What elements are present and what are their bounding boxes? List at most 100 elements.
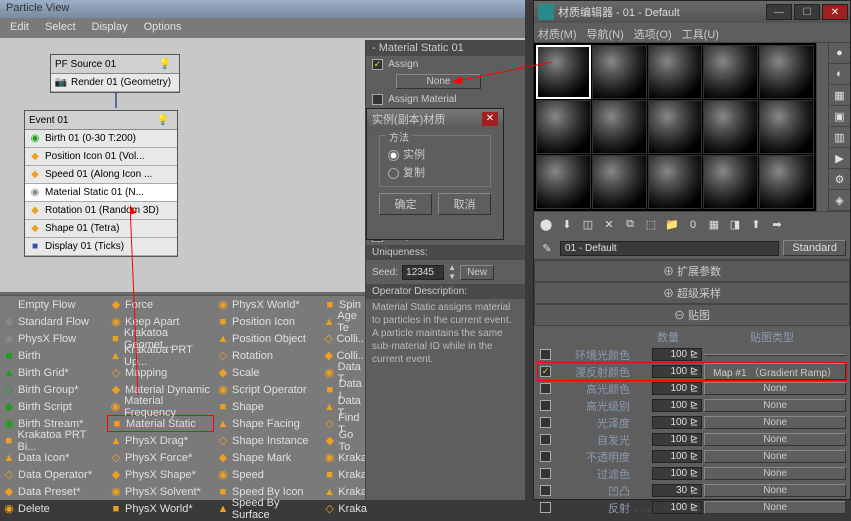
uv-tile-icon[interactable]: ▣ — [829, 106, 850, 127]
map-slot-button[interactable] — [704, 354, 846, 356]
rollout-supersample[interactable]: ⊕ 超级采样 — [534, 282, 850, 304]
copy-icon[interactable]: ⧉ — [621, 216, 639, 234]
render-op[interactable]: Render 01 (Geometry) — [71, 77, 171, 88]
depot-item[interactable]: ◇PhysX Force* — [107, 449, 214, 466]
op-birth[interactable]: Birth 01 (0-30 T:200) — [45, 133, 136, 144]
depot-item[interactable]: ◆Shape Mark — [214, 449, 321, 466]
sample-slot[interactable] — [703, 100, 758, 154]
depot-item[interactable]: ◉Speed — [214, 466, 321, 483]
sample-slot[interactable] — [759, 155, 814, 209]
make-unique-icon[interactable]: ⬚ — [642, 216, 660, 234]
depot-item[interactable]: ◉PhysX Flow — [0, 330, 107, 347]
op-speed[interactable]: Speed 01 (Along Icon ... — [45, 169, 152, 180]
map-slot-button[interactable]: None — [704, 382, 846, 395]
map-slot-button[interactable]: None — [704, 450, 846, 463]
assign-checkbox[interactable] — [372, 59, 383, 70]
map-slot-button[interactable]: None — [704, 399, 846, 412]
depot-item[interactable]: ■Shape — [214, 398, 321, 415]
depot-item[interactable]: ◇Kraka — [321, 500, 369, 517]
sample-slot[interactable] — [648, 155, 703, 209]
map-checkbox[interactable] — [540, 366, 551, 377]
depot-item[interactable]: ■Position Icon — [214, 313, 321, 330]
options-icon[interactable]: ⚙ — [829, 169, 850, 190]
put-material-icon[interactable]: ⬇ — [558, 216, 576, 234]
assign-material-button[interactable]: None — [396, 74, 481, 89]
map-amount-input[interactable]: 100 ⊵ — [652, 433, 702, 446]
depot-item[interactable]: ◉Kraka — [321, 449, 369, 466]
video-check-icon[interactable]: ▥ — [829, 127, 850, 148]
sample-slot[interactable] — [759, 45, 814, 99]
pf-source-node[interactable]: PF Source 01 💡 📷 Render 01 (Geometry) — [50, 54, 180, 93]
depot-item[interactable]: ◆Birth Script — [0, 398, 107, 415]
map-checkbox[interactable] — [540, 468, 551, 479]
backlight-icon[interactable]: ◐ — [829, 64, 850, 85]
map-slot-button[interactable]: None — [704, 433, 846, 446]
depot-item[interactable]: ◉Script Operator — [214, 381, 321, 398]
depot-item[interactable]: ◆Go To — [321, 432, 369, 449]
depot-item[interactable]: ■PhysX World* — [107, 500, 214, 517]
sample-slot[interactable] — [536, 155, 591, 209]
sample-slot[interactable] — [592, 45, 647, 99]
map-amount-input[interactable]: 100 ⊵ — [652, 416, 702, 429]
map-slot-button[interactable]: None — [704, 501, 846, 514]
map-slot-button[interactable]: None — [704, 416, 846, 429]
depot-item[interactable]: ◆PhysX Shape* — [107, 466, 214, 483]
depot-item[interactable]: ◆Force — [107, 296, 214, 313]
seed-spinner[interactable]: ▲▼ — [448, 263, 456, 281]
map-amount-input[interactable]: 100 ⊵ — [652, 365, 702, 378]
preview-icon[interactable]: ▶ — [829, 148, 850, 169]
assign-to-sel-icon[interactable]: ◫ — [579, 216, 597, 234]
sample-slot[interactable] — [536, 45, 591, 99]
map-amount-input[interactable]: 100 ⊵ — [652, 382, 702, 395]
map-amount-input[interactable]: 100 ⊵ — [652, 399, 702, 412]
mat-id-icon[interactable]: 0 — [684, 216, 702, 234]
close-button[interactable]: ✕ — [822, 4, 848, 20]
show-end-icon[interactable]: ◨ — [726, 216, 744, 234]
menu-options[interactable]: Options — [138, 21, 188, 35]
map-checkbox[interactable] — [540, 349, 551, 360]
depot-item[interactable]: ◆Standard Flow — [0, 313, 107, 330]
menu-edit[interactable]: Edit — [4, 21, 35, 35]
depot-item[interactable]: ▲Kraka — [321, 483, 369, 500]
map-amount-input[interactable]: 100 ⊵ — [652, 450, 702, 463]
ok-button[interactable]: 确定 — [379, 193, 432, 215]
depot-item[interactable]: ▲Birth Grid* — [0, 364, 107, 381]
sample-slot[interactable] — [759, 100, 814, 154]
depot-item[interactable]: ▲Speed By Surface — [214, 500, 321, 517]
map-checkbox[interactable] — [540, 502, 551, 513]
sample-slot[interactable] — [648, 45, 703, 99]
me-menu-tools[interactable]: 工具(U) — [682, 26, 719, 39]
depot-item[interactable]: ◉PhysX World* — [214, 296, 321, 313]
map-checkbox[interactable] — [540, 434, 551, 445]
map-amount-input[interactable]: 30 ⊵ — [652, 484, 702, 497]
me-menu-material[interactable]: 材质(M) — [538, 26, 577, 39]
depot-item[interactable]: ▲PhysX Drag* — [107, 432, 214, 449]
reset-icon[interactable]: ✕ — [600, 216, 618, 234]
depot-item[interactable]: ◇Colli... — [321, 330, 369, 347]
me-menu-nav[interactable]: 导航(N) — [587, 26, 624, 39]
depot-item[interactable]: ■Krakatoa PRT Bi... — [0, 432, 107, 449]
depot-item[interactable]: ◇Rotation — [214, 347, 321, 364]
map-checkbox[interactable] — [540, 485, 551, 496]
menu-select[interactable]: Select — [39, 21, 82, 35]
show-in-vp-icon[interactable]: ▦ — [705, 216, 723, 234]
dialog-close-button[interactable]: ✕ — [482, 112, 498, 126]
menu-display[interactable]: Display — [86, 21, 134, 35]
map-amount-input[interactable]: 100 ⊵ — [652, 348, 702, 361]
depot-item[interactable]: ▲Shape Facing — [214, 415, 321, 432]
lightbulb-icon[interactable]: 💡 — [156, 113, 170, 127]
background-icon[interactable]: ▦ — [829, 85, 850, 106]
map-amount-input[interactable]: 100 ⊵ — [652, 467, 702, 480]
depot-item[interactable]: ◇Birth Group* — [0, 381, 107, 398]
sample-slot[interactable] — [592, 155, 647, 209]
cancel-button[interactable]: 取消 — [438, 193, 491, 215]
map-amount-input[interactable]: 100 ⊵ — [652, 501, 702, 514]
depot-item[interactable]: ■Birth — [0, 347, 107, 364]
depot-item[interactable]: ■Kraka — [321, 466, 369, 483]
go-parent-icon[interactable]: ⬆ — [747, 216, 765, 234]
sample-type-icon[interactable]: ● — [829, 43, 850, 64]
new-seed-button[interactable]: New — [460, 265, 494, 280]
sample-slot[interactable] — [592, 100, 647, 154]
assign-mat-checkbox[interactable] — [372, 94, 383, 105]
op-shape[interactable]: Shape 01 (Tetra) — [45, 223, 120, 234]
